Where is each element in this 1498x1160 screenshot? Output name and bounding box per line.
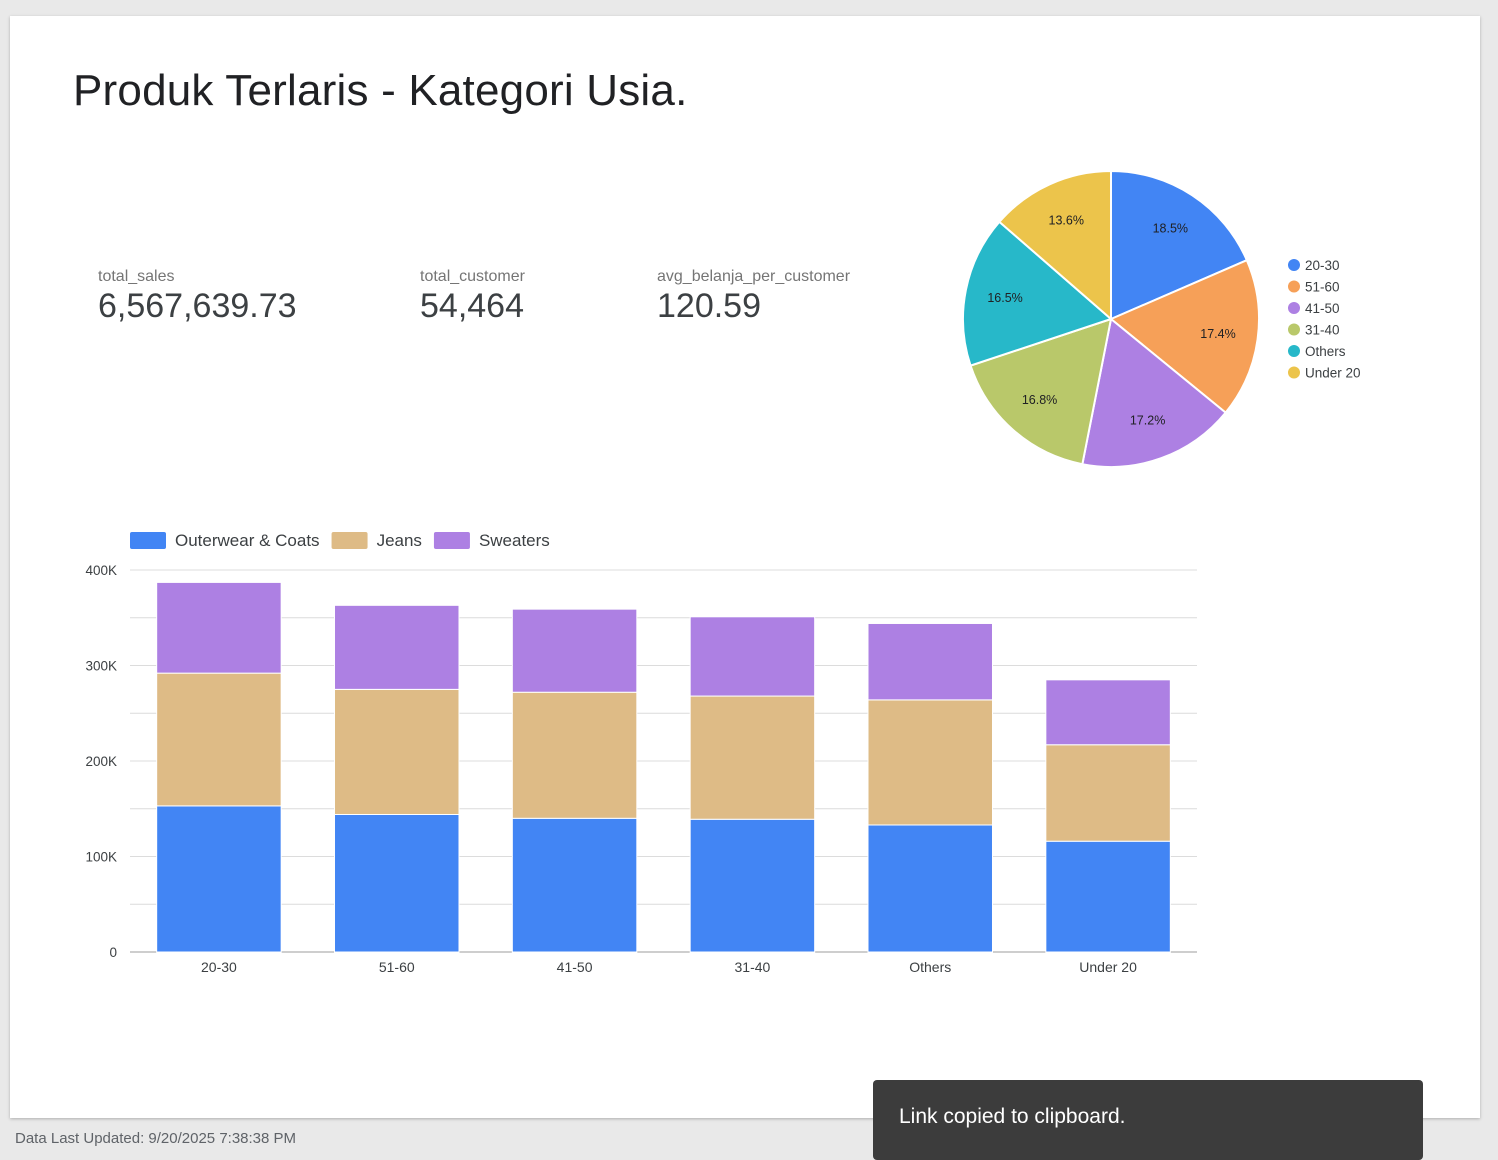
bar-jeans-under-20[interactable]: [1045, 744, 1171, 842]
x-tick-label: 51-60: [379, 959, 415, 975]
stacked-bar-chart[interactable]: 0 100K 200K 300K 400K 20-30 51-60 41-50 31-40 Oth…: [0, 0, 1498, 1000]
bar-sweaters-51-60[interactable]: [334, 604, 460, 690]
x-tick-label: 31-40: [735, 959, 771, 975]
y-tick-label: 400K: [85, 563, 117, 578]
bar-outerwear-coats-41-50[interactable]: [511, 817, 638, 953]
y-tick-label: 300K: [85, 659, 117, 674]
y-tick-label: 100K: [85, 850, 117, 865]
bar-sweaters-20-30[interactable]: [156, 581, 282, 674]
y-tick-label: 200K: [85, 754, 117, 769]
data-last-updated: Data Last Updated: 9/20/2025 7:38:38 PM: [15, 1130, 297, 1147]
toast-message: Link copied to clipboard.: [899, 1105, 1126, 1128]
bar-legend-item-jeans[interactable]: Jeans: [377, 531, 422, 550]
bar-outerwear-coats-51-60[interactable]: [334, 813, 460, 953]
x-tick-label: Others: [909, 959, 951, 975]
bar-sweaters-31-40[interactable]: [689, 616, 816, 697]
bar-outerwear-coats-31-40[interactable]: [689, 818, 816, 953]
bar-sweaters-41-50[interactable]: [511, 608, 638, 693]
bar-jeans-others[interactable]: [867, 699, 993, 826]
bar-jeans-20-30[interactable]: [156, 672, 282, 807]
bar-outerwear-coats-under-20[interactable]: [1045, 840, 1171, 953]
bar-outerwear-coats-others[interactable]: [867, 824, 993, 953]
bar-jeans-41-50[interactable]: [511, 691, 638, 819]
bar-legend-swatch: [130, 532, 166, 549]
bar-jeans-31-40[interactable]: [689, 695, 816, 820]
bar-legend-item-outerwear-coats[interactable]: Outerwear & Coats: [175, 531, 320, 550]
x-tick-label: 20-30: [201, 959, 237, 975]
bar-sweaters-under-20[interactable]: [1045, 679, 1171, 746]
bar-legend-item-sweaters[interactable]: Sweaters: [479, 531, 550, 550]
bar-outerwear-coats-20-30[interactable]: [156, 805, 282, 953]
bar-jeans-51-60[interactable]: [334, 688, 460, 815]
bar-legend-swatch: [331, 532, 368, 549]
x-tick-label: Under 20: [1079, 959, 1137, 975]
bar-sweaters-others[interactable]: [867, 622, 993, 701]
x-tick-label: 41-50: [557, 959, 593, 975]
toast-notification: Link copied to clipboard.: [873, 1080, 1423, 1160]
y-tick-label: 0: [109, 945, 117, 960]
bar-legend-swatch: [433, 532, 470, 549]
